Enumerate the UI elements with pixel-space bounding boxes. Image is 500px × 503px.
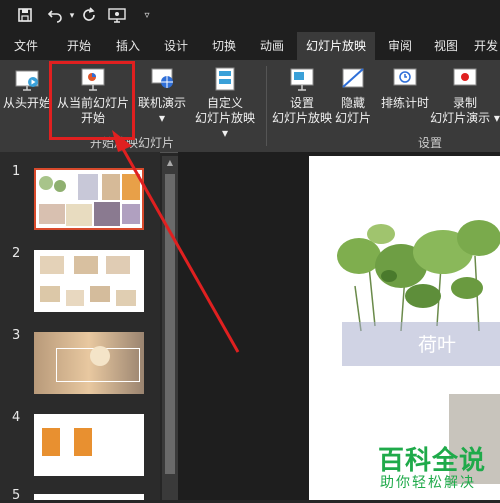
photo-image: [116, 290, 136, 306]
rehearse-timings-label: 排练计时: [380, 96, 429, 110]
tab-view[interactable]: 视图: [426, 32, 466, 60]
photo-image: [40, 286, 60, 302]
slide-number: 2: [12, 246, 21, 261]
photo-image: [94, 202, 120, 226]
photo-image: [66, 204, 92, 226]
from-beginning-label: 从头开始: [2, 96, 51, 110]
slide-number: 3: [12, 328, 21, 343]
tab-slide-show[interactable]: 幻灯片放映: [297, 32, 375, 60]
photo-image: [102, 174, 120, 200]
custom-show-button[interactable]: 自定义 幻灯片放映 ▾: [192, 64, 258, 140]
quick-access-toolbar: ▾ ▿: [0, 0, 500, 32]
lily-pad-image: [39, 176, 53, 190]
online-present-icon: [151, 68, 173, 88]
scrollbar-thumb[interactable]: [165, 174, 175, 474]
tab-review[interactable]: 审阅: [380, 32, 420, 60]
ribbon-tabs: 文件 开始 插入 设计 切换 动画 幻灯片放映 审阅 视图 开发: [0, 32, 500, 60]
slide-thumbnail-4[interactable]: [34, 414, 144, 476]
photo-image: [106, 256, 130, 274]
photo-image: [90, 286, 110, 302]
slide-number: 4: [12, 410, 21, 425]
timer-icon: [393, 68, 417, 86]
flower-image: [90, 346, 110, 366]
slide-thumbnail-5[interactable]: [34, 494, 144, 500]
online-present-dropdown-icon: ▾: [158, 111, 166, 125]
record-label-1: 录制: [452, 96, 477, 110]
photo-image: [66, 290, 84, 306]
record-slideshow-button[interactable]: 录制 幻灯片演示 ▾: [430, 64, 500, 134]
hide-slide-icon: [342, 68, 364, 88]
hide-slide-label-1: 隐藏: [340, 96, 365, 110]
custom-show-label-1: 自定义: [206, 96, 243, 110]
photo-image: [122, 204, 140, 224]
hide-slide-button[interactable]: 隐藏 幻灯片: [334, 64, 372, 134]
tab-design[interactable]: 设计: [156, 32, 196, 60]
customize-icon[interactable]: ▿: [138, 7, 156, 25]
online-present-label: 联机演示: [137, 96, 186, 110]
photo-image: [42, 428, 60, 456]
hide-slide-label-2: 幻灯片: [334, 111, 371, 125]
tab-developer[interactable]: 开发: [474, 32, 500, 60]
slide-caption: 荷叶: [418, 334, 457, 356]
setup-slideshow-label-1: 设置: [289, 96, 314, 110]
undo-icon[interactable]: [46, 7, 64, 25]
lily-pad-image: [54, 180, 66, 192]
tab-file[interactable]: 文件: [6, 32, 46, 60]
photo-image: [78, 174, 98, 200]
setup-slideshow-button[interactable]: 设置 幻灯片放映: [270, 64, 334, 134]
watermark-subtitle: 助你轻松解决: [380, 475, 476, 491]
tab-insert[interactable]: 插入: [108, 32, 148, 60]
custom-show-icon: [215, 67, 235, 91]
record-dropdown-icon: ▾: [490, 111, 500, 125]
custom-show-dropdown-icon: ▾: [221, 126, 229, 140]
photo-image: [74, 256, 98, 274]
scroll-up-icon[interactable]: ▲: [165, 158, 175, 168]
tab-transitions[interactable]: 切换: [204, 32, 244, 60]
setup-slideshow-icon: [290, 68, 314, 91]
from-beginning-button[interactable]: 从头开始: [2, 64, 52, 134]
photo-image: [40, 256, 64, 274]
custom-show-label-2: 幻灯片放映: [194, 111, 255, 125]
slide-thumbnail-2[interactable]: [34, 250, 144, 312]
slide-thumbnail-1[interactable]: [34, 168, 144, 230]
thumbnail-scrollbar[interactable]: ▲: [162, 156, 178, 500]
present-icon[interactable]: [108, 7, 126, 25]
redo-icon[interactable]: [80, 7, 98, 25]
photo-image: [39, 204, 65, 224]
group-setup-label: 设置: [418, 136, 443, 150]
undo-dropdown-icon[interactable]: ▾: [63, 7, 81, 25]
setup-slideshow-label-2: 幻灯片放映: [271, 111, 332, 125]
highlight-box: [49, 61, 135, 140]
record-icon: [453, 68, 477, 86]
from-beginning-icon: [15, 70, 39, 91]
photo-image: [122, 174, 140, 200]
save-icon[interactable]: [16, 7, 34, 25]
group-separator: [266, 66, 267, 146]
online-present-button[interactable]: 联机演示 ▾: [136, 64, 188, 134]
photo-image: [74, 428, 92, 456]
rehearse-timings-button[interactable]: 排练计时: [380, 64, 430, 134]
record-label-2: 幻灯片演示: [430, 111, 491, 125]
slide-thumbnail-3[interactable]: [34, 332, 144, 394]
slide-number: 5: [12, 488, 21, 503]
slide-number: 1: [12, 164, 21, 179]
tab-home[interactable]: 开始: [58, 32, 100, 60]
tab-animations[interactable]: 动画: [252, 32, 292, 60]
